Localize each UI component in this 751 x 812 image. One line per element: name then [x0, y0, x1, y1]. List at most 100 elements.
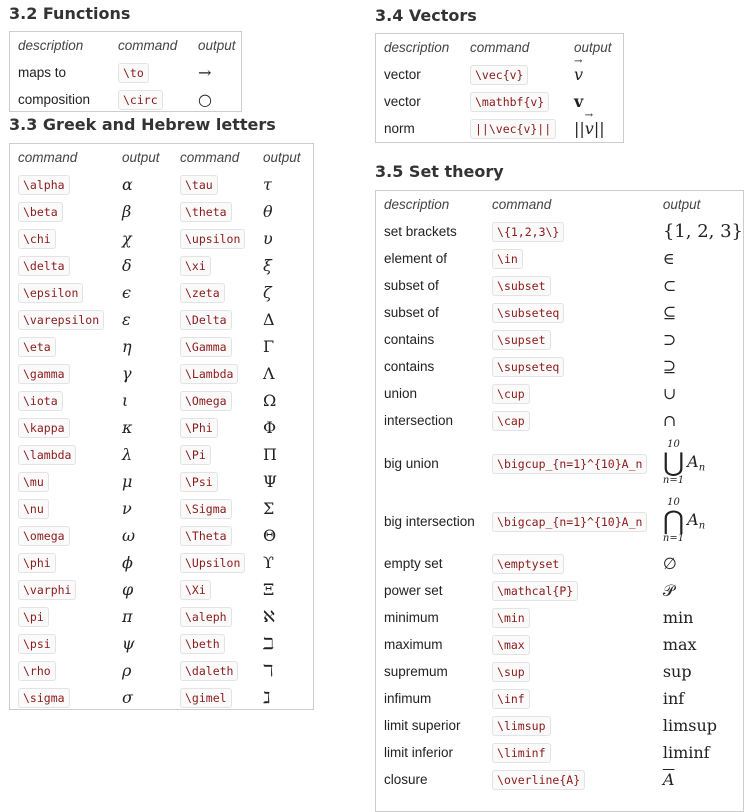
command-code: \liminf	[492, 743, 551, 763]
output-cell: ℶ	[263, 634, 274, 653]
output-cell: φ	[122, 580, 134, 599]
table-header-row: description command output	[376, 191, 743, 218]
command-code: \mathcal{P}	[492, 581, 579, 601]
description-cell: norm	[384, 121, 415, 136]
table-row: norm ||\vec{v}|| ||v||	[376, 110, 612, 142]
command-code: \cup	[492, 384, 530, 404]
output-cell: limsup	[655, 712, 743, 739]
output-symbol: limsup	[662, 716, 718, 735]
output-symbol: ⊇	[662, 357, 677, 376]
output-cell: ℸ	[263, 661, 274, 680]
operand-subscript: n	[698, 462, 706, 474]
lower-limit: n=1	[662, 475, 685, 486]
functions-table-box: description command output maps to \to →…	[9, 31, 242, 112]
sets-section: 3.5 Set theory description command outpu…	[375, 162, 744, 812]
command-code: \delta	[18, 256, 70, 276]
output-cell: ⊇	[655, 353, 743, 380]
command-code: \mu	[18, 472, 49, 492]
output-cell: A	[655, 766, 743, 793]
command-code: \tau	[180, 175, 218, 195]
command-cell: \omega	[10, 522, 114, 549]
output-cell: ι	[122, 391, 129, 410]
command-code: \Pi	[180, 445, 211, 465]
output-cell: Λ	[263, 364, 275, 383]
table-row: \eta η \Gamma Γ	[10, 333, 301, 360]
command-code: \Delta	[180, 310, 232, 330]
command-cell: \Lambda	[172, 360, 255, 387]
table-row: minimum \min min	[376, 604, 743, 631]
output-cell: Θ	[263, 526, 277, 545]
command-code: \max	[492, 635, 530, 655]
command-cell: \supset	[484, 326, 655, 353]
table-row: \rho ρ \daleth ℸ	[10, 657, 301, 684]
command-code: \inf	[492, 689, 530, 709]
vectors-table-box: description command output vector \vec{v…	[375, 33, 624, 143]
command-cell: \beth	[172, 630, 255, 657]
table-row: empty set \emptyset ∅	[376, 550, 743, 577]
output-cell: Ω	[263, 391, 277, 410]
command-cell: ||\vec{v}||	[462, 115, 566, 142]
command-code: \omega	[18, 526, 70, 546]
command-code: \iota	[18, 391, 63, 411]
command-cell: \pi	[10, 603, 114, 630]
description-cell: composition	[18, 92, 91, 107]
table-row: \lambda λ \Pi Π	[10, 441, 301, 468]
functions-section: 3.2 Functions description command output…	[9, 4, 242, 112]
table-row: maps to \to →	[10, 59, 236, 86]
table-row: \epsilon ϵ \zeta ζ	[10, 279, 301, 306]
vectors-section: 3.4 Vectors description command output v…	[375, 6, 624, 143]
big-operator: 10 ⋂ n=1	[663, 498, 684, 544]
output-cell: υ	[263, 229, 273, 248]
command-cell: \varphi	[10, 576, 114, 603]
output-cell: ω	[122, 526, 136, 545]
sets-table: description command output set brackets \…	[376, 191, 743, 793]
header-output: output	[263, 150, 301, 165]
command-cell: \Psi	[172, 468, 255, 495]
command-cell: \bigcap_{n=1}^{10}A_n	[484, 492, 655, 550]
command-cell: \Gamma	[172, 333, 255, 360]
command-code: \Gamma	[180, 337, 232, 357]
command-cell: \mathbf{v}	[462, 88, 566, 115]
command-cell: \subseteq	[484, 299, 655, 326]
command-code: \Theta	[180, 526, 232, 546]
command-code: \theta	[180, 202, 232, 222]
output-cell: μ	[122, 472, 133, 491]
output-symbol: ⊆	[662, 303, 677, 322]
description-cell: power set	[384, 583, 443, 598]
command-code: \daleth	[180, 661, 239, 681]
output-symbol: ∅	[662, 554, 677, 573]
sets-table-box: description command output set brackets \…	[375, 190, 744, 812]
table-row: \phi ϕ \Upsilon ϒ	[10, 549, 301, 576]
command-cell: \theta	[172, 198, 255, 225]
command-code: \nu	[18, 499, 49, 519]
command-code: \rho	[18, 661, 56, 681]
command-cell: \mu	[10, 468, 114, 495]
output-symbol: min	[662, 608, 694, 627]
header-command: command	[470, 40, 530, 55]
table-row: big union \bigcup_{n=1}^{10}A_n 10 ⋃ n=1 An	[376, 434, 743, 492]
output-cell: liminf	[655, 739, 743, 766]
description-cell: closure	[384, 772, 428, 787]
command-cell: \nu	[10, 495, 114, 522]
command-cell: \sigma	[10, 684, 114, 711]
output-cell: →	[198, 63, 212, 82]
table-header-row: command output command output	[10, 144, 301, 171]
table-row: limit superior \limsup limsup	[376, 712, 743, 739]
description-cell: intersection	[384, 413, 454, 428]
description-cell: limit inferior	[384, 745, 454, 760]
command-cell: \subset	[484, 272, 655, 299]
command-code: \Psi	[180, 472, 218, 492]
table-row: \sigma σ \gimel ℷ	[10, 684, 301, 711]
table-row: \nu ν \Sigma Σ	[10, 495, 301, 522]
output-cell: ψ	[122, 634, 135, 653]
norm-bars-left: ||	[574, 119, 585, 138]
header-command: command	[180, 150, 240, 165]
header-output: output	[574, 40, 612, 55]
greek-table: command output command output \alpha α \ta…	[10, 144, 301, 711]
output-cell: v	[566, 56, 612, 88]
description-cell: limit superior	[384, 718, 461, 733]
table-row: intersection \cap ∩	[376, 407, 743, 434]
table-row: vector \mathbf{v} v	[376, 88, 612, 115]
command-cell: \kappa	[10, 414, 114, 441]
table-row: infimum \inf inf	[376, 685, 743, 712]
